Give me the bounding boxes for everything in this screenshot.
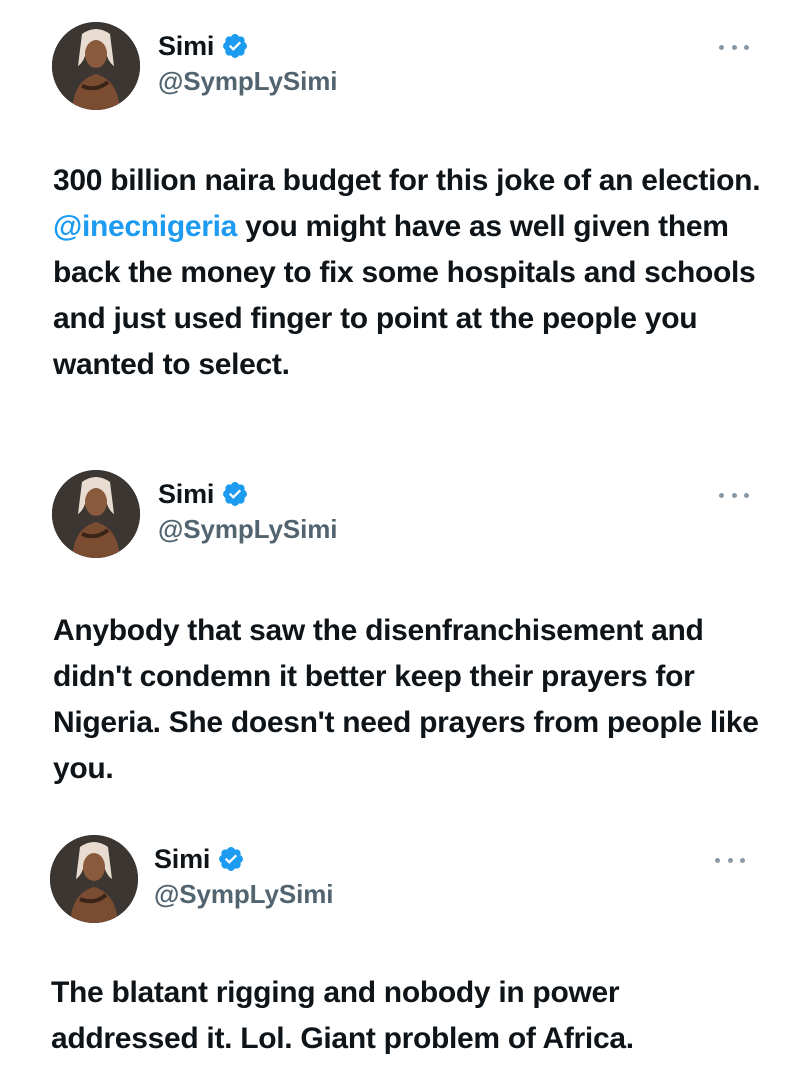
more-options-icon[interactable] [715,854,745,866]
verified-badge-icon [217,845,245,873]
tweet-text-part: 300 billion naira budget for this joke o… [53,164,761,197]
more-options-icon[interactable] [719,41,749,53]
author-block: Simi @SympLySimi [158,476,337,545]
tweet-text: The blatant rigging and nobody in power … [51,976,634,1055]
author-block: Simi @SympLySimi [154,841,333,910]
mention-link[interactable]: @inecnigeria [53,210,237,243]
author-handle[interactable]: @SympLySimi [158,66,337,97]
more-options-icon[interactable] [719,489,749,501]
tweet-2[interactable]: Simi @SympLySimi Anybody that saw the di… [0,468,807,785]
avatar[interactable] [50,835,138,923]
tweet-3[interactable]: Simi @SympLySimi The blatant rigging and… [0,833,807,1055]
tweet-header: Simi @SympLySimi [0,833,807,933]
avatar-image [50,835,138,923]
avatar[interactable] [52,22,140,110]
tweet-text: Anybody that saw the disenfranchisement … [53,614,759,785]
verified-badge-icon [221,480,249,508]
display-name[interactable]: Simi [158,31,214,62]
author-block: Simi @SympLySimi [158,28,337,97]
tweet-1[interactable]: Simi @SympLySimi 300 billion naira budge… [0,0,807,381]
avatar-image [52,470,140,558]
author-handle[interactable]: @SympLySimi [158,514,337,545]
display-name[interactable]: Simi [154,844,210,875]
tweet-header: Simi @SympLySimi [0,0,807,110]
tweet-header: Simi @SympLySimi [0,468,807,568]
avatar[interactable] [52,470,140,558]
tweet-text: 300 billion naira budget for this joke o… [53,158,773,388]
verified-badge-icon [221,32,249,60]
avatar-image [52,22,140,110]
author-handle[interactable]: @SympLySimi [154,879,333,910]
display-name[interactable]: Simi [158,479,214,510]
